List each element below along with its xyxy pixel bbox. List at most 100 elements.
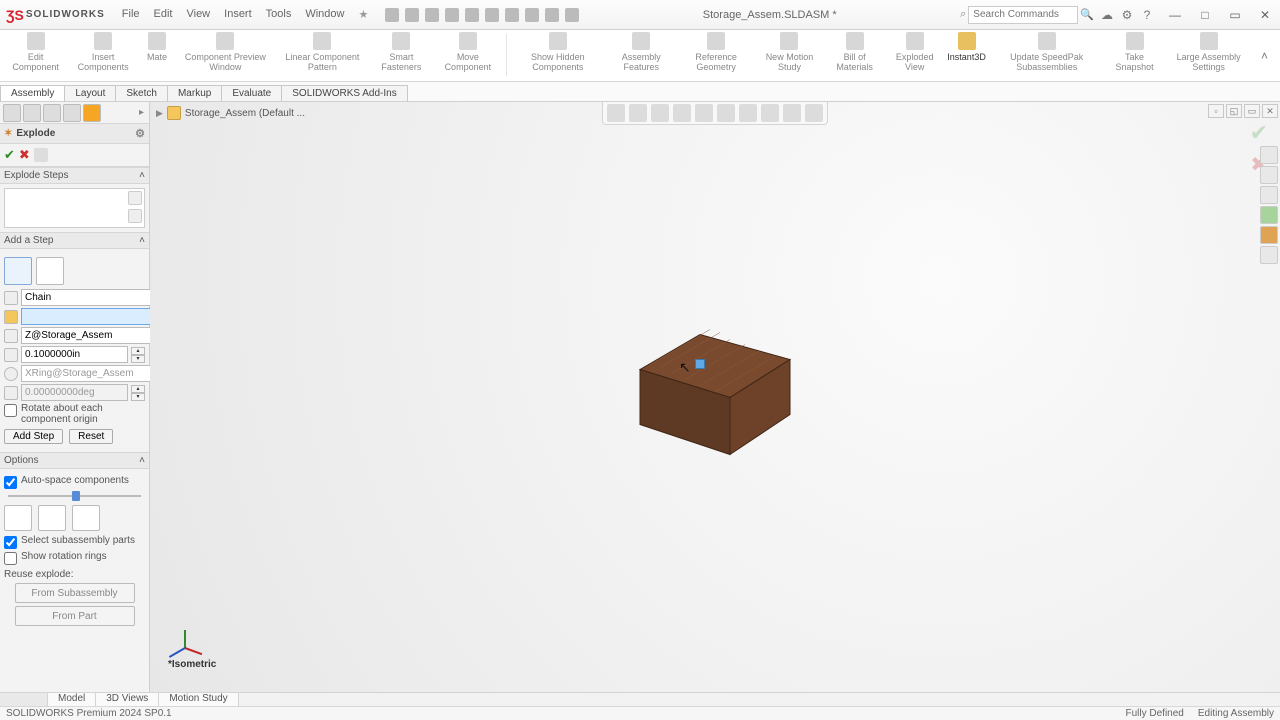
search-box[interactable]: ⌕ 🔍 [960,6,1094,24]
menu-tools[interactable]: Tools [261,6,297,23]
cmd-exploded-view[interactable]: Exploded View [887,32,943,80]
tab-sketch[interactable]: Sketch [115,85,168,101]
explode-steps-listbox[interactable] [4,188,145,228]
taskpane-custom-props-icon[interactable] [1260,246,1278,264]
property-manager-tab-icon[interactable] [23,104,41,122]
taskpane-resources-icon[interactable] [1260,146,1278,164]
menu-star-icon[interactable]: ★ [353,6,373,23]
tab-model[interactable]: Model [48,693,96,706]
distance-spinner[interactable]: ▴▾ [131,347,145,363]
tab-addins[interactable]: SOLIDWORKS Add-Ins [281,85,407,101]
component-selection-input[interactable] [21,308,161,325]
distance-input[interactable] [21,346,128,363]
rotate-about-input[interactable] [4,404,17,417]
rotation-angle-input[interactable] [21,384,128,401]
section-add-step-hdr[interactable]: Add a Step˄ [0,232,149,249]
section-explode-steps-hdr[interactable]: Explode Steps˄ [0,167,149,184]
step-undo-icon[interactable] [128,191,142,205]
display-style-icon[interactable] [717,104,735,122]
cmd-take-snapshot[interactable]: Take Snapshot [1107,32,1163,80]
autospace-slider[interactable] [4,491,145,501]
tree-expand-icon[interactable]: ▶ [156,108,163,119]
tab-layout[interactable]: Layout [64,85,116,101]
apply-scene-icon[interactable] [783,104,801,122]
qat-rebuild-icon[interactable] [545,8,559,22]
pane-expand-icon[interactable]: ▸ [137,107,146,118]
pm-ok-button[interactable]: ✔ [4,147,15,163]
qat-print-icon[interactable] [465,8,479,22]
rotation-axis-input[interactable] [21,365,161,382]
reset-button[interactable]: Reset [69,429,113,444]
search-go-icon[interactable]: 🔍 [1080,8,1094,21]
vp-restore-icon[interactable]: ◱ [1226,104,1242,118]
menu-insert[interactable]: Insert [219,6,257,23]
bbox-btn-3[interactable] [72,505,100,531]
cmd-linear-pattern[interactable]: Linear Component Pattern [278,32,367,80]
previous-view-icon[interactable] [651,104,669,122]
chain-input[interactable] [21,289,161,306]
qat-open-icon[interactable] [425,8,439,22]
pm-pushpin-icon[interactable] [34,148,48,162]
cmd-smart-fasteners[interactable]: Smart Fasteners [371,32,432,80]
qat-redo-icon[interactable] [505,8,519,22]
tab-scroll-area[interactable] [0,693,48,706]
section-options-hdr[interactable]: Options˄ [0,452,149,469]
cmd-update-speedpak[interactable]: Update SpeedPak Subassemblies [991,32,1103,80]
feature-manager-tab-icon[interactable] [3,104,21,122]
step-redo-icon[interactable] [128,209,142,223]
cmd-instant3d[interactable]: Instant3D [946,32,986,80]
qat-save-icon[interactable] [445,8,459,22]
taskpane-view-palette-icon[interactable] [1260,206,1278,224]
view-settings-icon[interactable] [805,104,823,122]
flyout-feature-tree[interactable]: ▶ Storage_Assem (Default ... [156,106,305,120]
edit-appearance-icon[interactable] [761,104,779,122]
confirm-ok-icon[interactable]: ✔ [1250,120,1268,146]
cmd-bom[interactable]: Bill of Materials [826,32,883,80]
show-rotation-rings-checkbox[interactable]: Show rotation rings [4,551,145,565]
vp-collapse-icon[interactable]: ▫ [1208,104,1224,118]
zoom-area-icon[interactable] [629,104,647,122]
qat-options-icon[interactable] [565,8,579,22]
bbox-btn-1[interactable] [4,505,32,531]
menu-edit[interactable]: Edit [149,6,178,23]
window-restore-button[interactable]: □ [1190,5,1220,25]
from-subassembly-button[interactable]: From Subassembly [15,583,135,603]
add-step-button[interactable]: Add Step [4,429,63,444]
notifications-icon[interactable]: ⚙ [1120,8,1134,22]
zoom-fit-icon[interactable] [607,104,625,122]
cmd-edit-component[interactable]: Edit Component [6,32,65,80]
window-close-button[interactable]: ✕ [1250,5,1280,25]
vp-maximize-icon[interactable]: ▭ [1244,104,1260,118]
cmd-new-motion-study[interactable]: New Motion Study [757,32,823,80]
bbox-btn-2[interactable] [38,505,66,531]
direction-input[interactable] [21,327,161,344]
pm-cancel-button[interactable]: ✖ [19,147,30,163]
qat-undo-icon[interactable] [485,8,499,22]
dimxpert-manager-tab-icon[interactable] [63,104,81,122]
select-subassembly-input[interactable] [4,536,17,549]
menu-file[interactable]: File [117,6,145,23]
taskpane-file-explorer-icon[interactable] [1260,186,1278,204]
vp-close-icon[interactable]: ✕ [1262,104,1278,118]
view-orientation-icon[interactable] [695,104,713,122]
show-rotation-rings-input[interactable] [4,552,17,565]
menu-view[interactable]: View [181,6,215,23]
cmd-reference-geometry[interactable]: Reference Geometry [679,32,752,80]
model-3d-box[interactable] [630,320,800,475]
tab-3d-views[interactable]: 3D Views [96,693,159,706]
section-view-icon[interactable] [673,104,691,122]
tab-motion-study[interactable]: Motion Study [159,693,238,706]
configuration-manager-tab-icon[interactable] [43,104,61,122]
display-manager-tab-icon[interactable] [83,104,101,122]
select-subassembly-checkbox[interactable]: Select subassembly parts [4,535,145,549]
qat-new-icon[interactable] [405,8,419,22]
window-maximize-button[interactable]: ▭ [1220,5,1250,25]
tab-markup[interactable]: Markup [167,85,222,101]
autospace-checkbox[interactable]: Auto-space components [4,475,145,489]
cmd-mate[interactable]: Mate [141,32,173,80]
menu-window[interactable]: Window [300,6,349,23]
autospace-input[interactable] [4,476,17,489]
tab-assembly[interactable]: Assembly [0,85,65,101]
search-input[interactable] [968,6,1078,24]
cmd-assembly-features[interactable]: Assembly Features [607,32,675,80]
